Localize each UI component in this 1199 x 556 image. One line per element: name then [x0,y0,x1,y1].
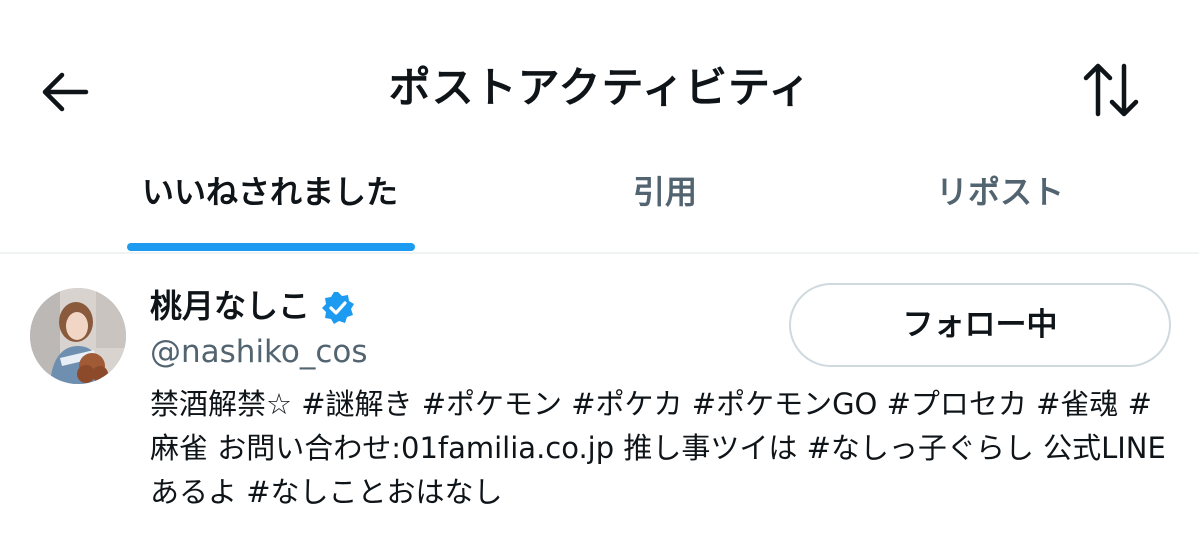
active-tab-indicator [127,243,415,251]
page-title: ポストアクティビティ [388,63,812,112]
arrow-left-icon [42,72,89,112]
user-handle: @nashiko_cos [150,334,368,370]
tab-quotes-label: 引用 [632,173,697,211]
tab-quotes[interactable]: 引用 [440,150,890,252]
sort-button[interactable] [1080,58,1144,122]
user-bio: 禁酒解禁☆ #謎解き #ポケモン #ポケカ #ポケモンGO #プロセカ #雀魂 … [150,387,1166,509]
following-button[interactable]: フォロー中 [789,283,1171,367]
avatar-photo [30,288,126,384]
tab-reposts-label: リポスト [935,173,1064,211]
activity-tabs: いいねされました 引用 リポスト [0,150,1199,254]
user-list-item[interactable]: 桃月なしこ @nashiko_cos フォロー中 禁酒解禁☆ #謎解き #ポケモ… [0,254,1199,556]
tab-liked-label: いいねされました [141,173,398,211]
verified-badge-icon [322,292,354,324]
display-name[interactable]: 桃月なしこ [150,284,310,328]
sort-arrows-icon [1083,63,1139,117]
back-button[interactable] [36,62,96,122]
tab-reposts[interactable]: リポスト [840,150,1160,252]
avatar[interactable] [30,288,126,384]
top-bar: ポストアクティビティ [0,0,1199,150]
